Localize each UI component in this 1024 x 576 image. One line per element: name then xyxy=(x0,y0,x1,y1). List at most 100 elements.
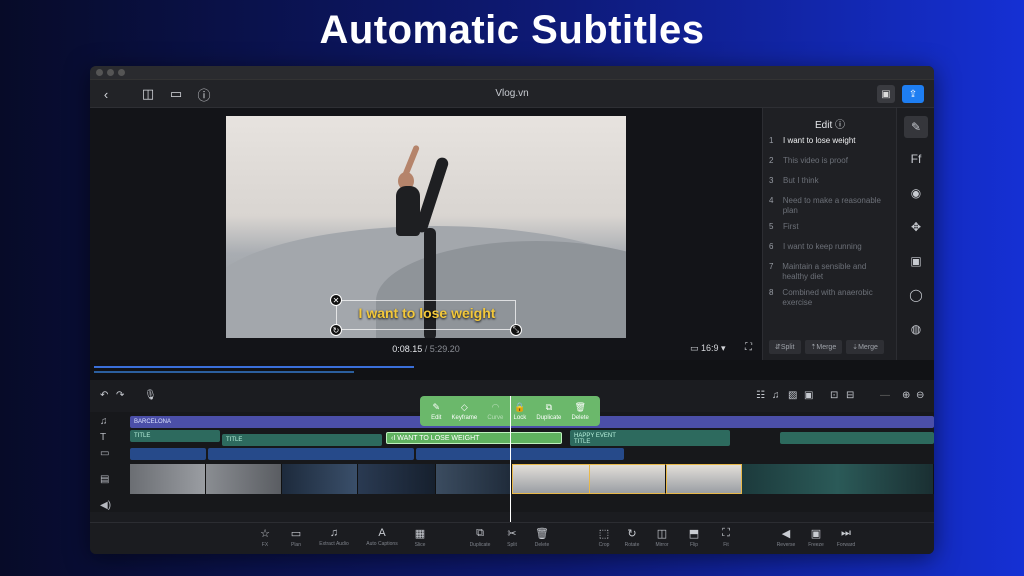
font-icon[interactable]: Ff xyxy=(904,148,928,170)
toolbar-label: Rotate xyxy=(624,542,640,548)
popup-curve-button[interactable]: ◠ Curve xyxy=(487,402,503,421)
minimize-dot[interactable] xyxy=(107,69,114,76)
timeline-ruler[interactable] xyxy=(130,512,934,520)
video-clip-selected[interactable] xyxy=(512,464,590,494)
export-button[interactable]: ⇪ xyxy=(902,85,924,103)
fit-button[interactable]: ⛶ Fit xyxy=(706,527,746,548)
image-icon[interactable]: ▨ xyxy=(788,390,797,401)
aspect-ratio-select[interactable]: ▭ 16:9 ▾ xyxy=(690,343,726,354)
layout-icon[interactable]: ▣ xyxy=(904,250,928,272)
plan-button[interactable]: ▭ Plan xyxy=(276,527,316,548)
fit-timeline-icon[interactable]: ⊡ xyxy=(830,390,838,401)
help-icon[interactable]: ⓘ xyxy=(835,120,845,131)
subtitle-list-item[interactable]: 1 I want to lose weight xyxy=(769,136,893,146)
auto-captions-button[interactable]: A Auto Captions xyxy=(362,527,402,547)
popup-delete-button[interactable]: 🗑 Delete xyxy=(572,402,589,421)
duplicate-icon: ⧉ xyxy=(545,401,553,412)
toolbar-label: Forward xyxy=(836,542,856,548)
move-icon[interactable]: ✥ xyxy=(904,216,928,238)
popup-edit-button[interactable]: ✎ Edit xyxy=(431,402,441,421)
subtitle-list-item[interactable]: 6 I want to keep running xyxy=(769,242,893,252)
window-titlebar xyxy=(90,66,934,80)
popup-item-label: Delete xyxy=(571,414,589,421)
auto-captions-icon: A xyxy=(378,527,386,539)
audio-icon[interactable]: ♫ xyxy=(772,390,780,401)
toolbar-label: Delete xyxy=(534,542,550,548)
forward-button[interactable]: ⏭ Forward xyxy=(826,527,866,548)
slice-button[interactable]: ▦ Slice xyxy=(400,527,440,548)
video-preview[interactable]: I want to lose weight ✕ ↻ ⤡ xyxy=(226,116,626,338)
title-clip[interactable]: TITLE xyxy=(570,438,730,446)
color-icon[interactable]: ◉ xyxy=(904,182,928,204)
popup-item-label: Lock xyxy=(513,414,527,421)
edit-text-icon[interactable]: ✎ xyxy=(904,116,928,138)
video-clip[interactable] xyxy=(358,464,436,494)
video-clip[interactable] xyxy=(282,464,358,494)
curve-icon: ◠ xyxy=(491,401,500,412)
fullscreen-icon[interactable]: ⛶ xyxy=(745,342,752,353)
subtitle-list-item[interactable]: 4 Need to make a reasonable plan xyxy=(769,196,893,216)
subtitle-list-item[interactable]: 2 This video is proof xyxy=(769,156,893,166)
video-clip[interactable] xyxy=(436,464,512,494)
save-button[interactable]: ▣ xyxy=(877,85,895,103)
zoom-in-icon[interactable]: ⊕ xyxy=(902,390,910,401)
volume-icon: ◀) xyxy=(100,500,112,511)
caption-selection-box[interactable]: I want to lose weight xyxy=(336,300,516,330)
selected-subtitle-clip[interactable]: ‹ I WANT TO LOSE WEIGHT xyxy=(386,432,562,444)
subtitle-list-item[interactable]: 7 Maintain a sensible and healthy diet xyxy=(769,262,893,282)
style-icon[interactable]: ◍ xyxy=(904,318,928,340)
video-clip-selected[interactable] xyxy=(666,464,742,494)
title-clip[interactable] xyxy=(780,432,934,444)
popup-lock-button[interactable]: 🔒 Lock xyxy=(514,402,527,421)
toolbar-label: Slice xyxy=(414,542,426,548)
toolbar-label: Auto Captions xyxy=(366,541,398,547)
subtitle-list-item[interactable]: 8 Combined with anaerobic exercise xyxy=(769,288,893,308)
delete-button[interactable]: 🗑 Delete xyxy=(522,527,562,548)
merge-up-button[interactable]: ⇡ Merge xyxy=(804,340,843,354)
snap-icon[interactable]: ⊟ xyxy=(846,390,854,401)
video-clip[interactable] xyxy=(206,464,282,494)
caption-text[interactable]: I want to lose weight xyxy=(337,305,517,321)
editor-window: ‹ ◫ ▭ ⓘ Vlog.vn ▣ ⇪ I want to lose weigh… xyxy=(90,66,934,554)
subtitle-text: I want to lose weight xyxy=(783,136,856,145)
zoom-dot[interactable] xyxy=(118,69,125,76)
subtitle-text: But I think xyxy=(783,176,819,185)
title-clip[interactable]: TITLE xyxy=(222,434,382,446)
subtitle-number: 2 xyxy=(769,156,774,165)
bottom-toolbar: ☆ FX ▭ Plan ♫ Extract Audio A Auto Captions ▦ Sli… xyxy=(90,522,934,554)
subtitle-clip[interactable] xyxy=(208,448,414,460)
subtitle-list-item[interactable]: 3 But I think xyxy=(769,176,893,186)
export-icon: ⇪ xyxy=(908,88,918,100)
keyframe-icon[interactable]: ▣ xyxy=(804,390,813,401)
popup-duplicate-button[interactable]: ⧉ Duplicate xyxy=(536,402,561,421)
redo-icon[interactable]: ↷ xyxy=(116,390,124,401)
video-clip[interactable] xyxy=(130,464,206,494)
extract-audio-button[interactable]: ♫ Extract Audio xyxy=(314,527,354,547)
subtitle-list-item[interactable]: 5 First xyxy=(769,222,893,232)
playhead[interactable] xyxy=(510,396,511,526)
video-track[interactable] xyxy=(130,464,934,494)
popup-keyframe-button[interactable]: ◇ Keyframe xyxy=(452,402,478,421)
subtitle-number: 6 xyxy=(769,242,774,251)
subtitle-clip[interactable] xyxy=(130,448,206,460)
title-clip[interactable]: TITLE xyxy=(130,430,220,442)
crop-icon: ⬚ xyxy=(598,528,610,540)
zoom-slider[interactable]: — xyxy=(880,390,890,401)
timeline-overview[interactable] xyxy=(90,360,934,380)
undo-icon[interactable]: ↶ xyxy=(100,390,108,401)
resize-icon[interactable]: ⤡ xyxy=(510,324,522,336)
track-settings-icon[interactable]: ☷ xyxy=(756,390,765,401)
bubble-icon[interactable]: ◯ xyxy=(904,284,928,306)
split-icon: ✂ xyxy=(507,528,517,540)
split-subtitle-button[interactable]: ⇵ Split xyxy=(769,340,801,354)
close-icon[interactable]: ✕ xyxy=(330,294,342,306)
subtitle-clip[interactable] xyxy=(416,448,624,460)
rotate-icon[interactable]: ↻ xyxy=(330,324,342,336)
video-clip[interactable] xyxy=(742,464,934,494)
freeze-icon: ▣ xyxy=(810,528,822,540)
zoom-out-icon[interactable]: ⊖ xyxy=(916,390,924,401)
merge-down-button[interactable]: ⇣ Merge xyxy=(846,340,884,354)
video-clip-selected[interactable] xyxy=(590,464,666,494)
close-dot[interactable] xyxy=(96,69,103,76)
microphone-icon[interactable]: 🎙 xyxy=(144,390,157,401)
